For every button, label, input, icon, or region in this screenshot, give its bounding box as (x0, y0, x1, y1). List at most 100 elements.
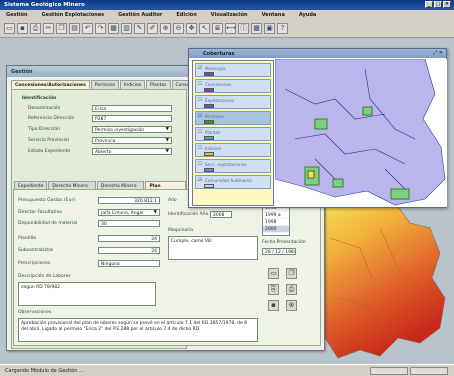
status-bar: Cargando Módulo de Gestión ... (0, 364, 454, 376)
layer-swatch (204, 88, 214, 92)
map-icon[interactable]: ▩ (251, 22, 262, 34)
menu-gestion[interactable]: Gestión (6, 12, 28, 18)
layers-panel: ☑ Metalogía ☐ Concesiones ☐ Explotacione… (192, 60, 274, 206)
estado-select[interactable]: Abierto ▼ (92, 148, 172, 155)
save-icon[interactable]: ▪ (17, 22, 28, 34)
identify-icon[interactable]: ⓘ (238, 22, 249, 34)
help-icon[interactable]: ? (277, 22, 288, 34)
layer-plantas[interactable]: ☐ Plantas (195, 127, 271, 141)
restore-icon[interactable]: ⤢ (433, 50, 437, 56)
layer-secc-explotaciones[interactable]: ☐ Secc. explotaciones (195, 159, 271, 173)
map-window-controls: ⤢ ✕ (433, 50, 443, 56)
close-icon[interactable]: ✕ (439, 50, 443, 56)
checkbox-icon[interactable]: ☐ (198, 82, 202, 87)
referencia-field[interactable]: P287 (92, 115, 172, 122)
minimize-button[interactable]: _ (425, 1, 433, 8)
plantilla-label: Plantilla (18, 236, 36, 241)
undo-icon[interactable]: ↶ (82, 22, 93, 34)
status-panel (410, 367, 448, 375)
plantilla-field[interactable]: 24 (98, 235, 160, 242)
grid-icon[interactable]: ▥ (121, 22, 132, 34)
zoom-out-icon[interactable]: ⊖ (173, 22, 184, 34)
tipo-direccion-value: Permiso investigación (95, 128, 145, 133)
identificacion-ano-label: Identificación Año (168, 212, 209, 217)
list-item[interactable]: 1998 (263, 219, 289, 226)
fecha-presentacion-field[interactable]: 28 / 12 / 1984 (262, 248, 296, 255)
years-list[interactable]: 1998 1999 a 1998 2000 (262, 204, 290, 236)
edit-icon[interactable]: ✎ (134, 22, 145, 34)
descripcion-textarea[interactable]: según RD 78/982 (18, 282, 156, 306)
tipo-direccion-select[interactable]: Permiso investigación ▼ (92, 126, 172, 133)
layer-indicios[interactable]: ☐ Indicios (195, 143, 271, 157)
layer-swatch (204, 120, 214, 124)
list-item[interactable]: 1999 a (263, 212, 289, 219)
new-record-button[interactable]: ▭ (268, 268, 279, 279)
menu-visualizacion[interactable]: Visualización (211, 12, 248, 18)
subcontratistas-field[interactable]: 24 (98, 247, 160, 254)
denominacion-field[interactable]: Erica (92, 105, 172, 112)
redo-icon[interactable]: ↷ (95, 22, 106, 34)
app-title-bar: Sistema Geológico Minero _ □ × (0, 0, 454, 10)
estado-label: Estado Expediente (28, 149, 71, 154)
identificacion-ano-field[interactable]: 2008 (210, 211, 232, 218)
print-button[interactable]: ⎙ (286, 284, 297, 295)
layers-icon[interactable]: ≣ (212, 22, 223, 34)
open-icon[interactable]: ▭ (4, 22, 15, 34)
measure-icon[interactable]: ⟷ (225, 22, 236, 34)
chevron-down-icon: ▼ (165, 138, 169, 143)
close-button[interactable]: × (443, 1, 451, 8)
checkbox-icon[interactable]: ☐ (198, 130, 202, 135)
print-icon[interactable]: ⎙ (30, 22, 41, 34)
map-window-title: Coberturas (189, 49, 446, 58)
disponibilidad-label: Disponibilidad de material (18, 221, 78, 226)
maquinaria-label: Maquinaria (168, 228, 194, 233)
pencil-icon[interactable]: ✐ (147, 22, 158, 34)
checkbox-icon[interactable]: ☐ (198, 146, 202, 151)
attach-button[interactable]: ⎘ (268, 284, 279, 295)
layer-explotaciones[interactable]: ☐ Explotaciones (195, 95, 271, 109)
disponibilidad-field[interactable]: 30 (98, 220, 160, 227)
menu-gestion-explotaciones[interactable]: Gestión Explotaciones (42, 12, 104, 18)
layer-name: Comunidad Autónoma (205, 178, 252, 183)
maximize-button[interactable]: □ (434, 1, 442, 8)
prescripciones-label: Prescripciones (18, 261, 51, 266)
layer-name: Secc. explotaciones (205, 162, 247, 167)
layer-metalogia[interactable]: ☑ Metalogía (195, 63, 271, 77)
checkbox-icon[interactable]: ☐ (198, 162, 202, 167)
section-identificacion: Identificación (22, 96, 57, 101)
fecha-presentacion-label: Fecha Presentación (262, 240, 306, 245)
copy-icon[interactable]: ❐ (56, 22, 67, 34)
menu-ventana[interactable]: Ventana (262, 12, 285, 18)
checkbox-icon[interactable]: ☐ (198, 98, 202, 103)
menu-edicion[interactable]: Edición (176, 12, 196, 18)
checkbox-icon[interactable]: ☑ (198, 114, 202, 119)
geology-map[interactable] (275, 59, 447, 207)
paste-icon[interactable]: ▤ (69, 22, 80, 34)
info-icon[interactable]: ▣ (264, 22, 275, 34)
observaciones-textarea[interactable]: Aprobación provisional del plan de labor… (18, 318, 258, 342)
copy-record-button[interactable]: ❐ (286, 268, 297, 279)
form-icon[interactable]: ▦ (108, 22, 119, 34)
director-field[interactable]: Jaifa Emuna, Angel ▼ (98, 209, 160, 216)
app-title: Sistema Geológico Minero (4, 2, 85, 8)
presupuesto-field[interactable]: 320.812,1 (98, 197, 160, 204)
checkbox-icon[interactable]: ☑ (198, 66, 202, 71)
layer-permisos[interactable]: ☑ Permisos (195, 111, 271, 125)
checkbox-icon[interactable]: ☑ (198, 178, 202, 183)
select-icon[interactable]: ↖ (199, 22, 210, 34)
menu-gestion-auditor[interactable]: Gestión Auditor (118, 12, 162, 18)
maquinaria-textarea[interactable]: Cumple, camo Völ (168, 236, 258, 260)
servicio-select[interactable]: Provincia ▼ (92, 137, 172, 144)
cut-icon[interactable]: ✂ (43, 22, 54, 34)
layer-concesiones[interactable]: ☐ Concesiones (195, 79, 271, 93)
save-button[interactable]: ▪ (268, 300, 279, 311)
pan-icon[interactable]: ✥ (186, 22, 197, 34)
delete-button[interactable]: ⊗ (286, 300, 297, 311)
layer-comunidad-autonoma[interactable]: ☑ Comunidad Autónoma (195, 175, 271, 189)
prescripciones-field[interactable]: Ninguna (98, 260, 160, 267)
list-item[interactable]: 2000 (263, 226, 289, 233)
denominacion-label: Denominación (28, 106, 61, 111)
menu-ayuda[interactable]: Ayuda (299, 12, 316, 18)
ano-label: Año (168, 198, 177, 203)
zoom-in-icon[interactable]: ⊕ (160, 22, 171, 34)
